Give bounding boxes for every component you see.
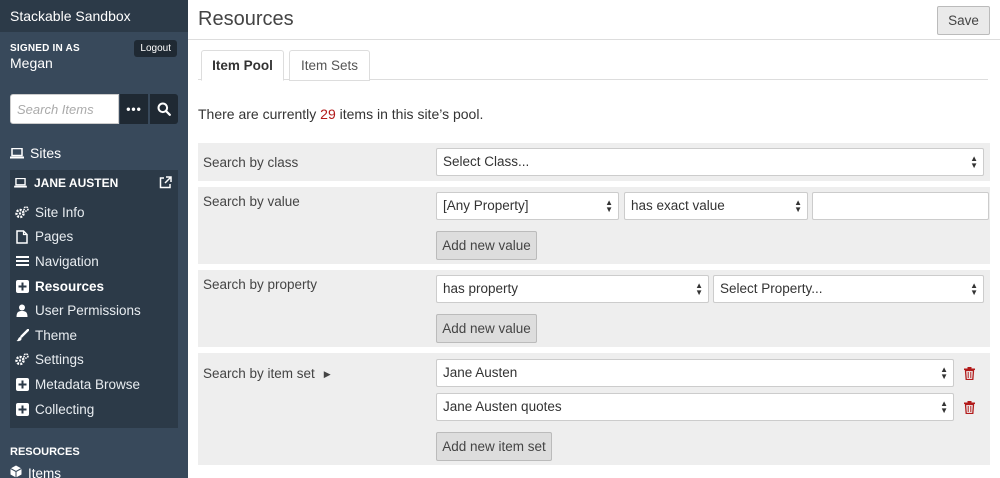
add-new-value-button[interactable]: Add new value: [436, 314, 537, 343]
plus-square-icon: [15, 402, 29, 416]
item-set-select-value: Jane Austen quotes: [443, 399, 562, 414]
gears-icon: [15, 353, 29, 367]
cube-icon: [10, 465, 22, 478]
site-panel: JANE AUSTEN Site Info Pages Navigation R…: [10, 170, 178, 428]
search-by-property-row: Search by property has property ▲ ▼ Selec…: [198, 270, 990, 347]
search-by-class-row: Search by class Select Class... ▲ ▼: [198, 143, 990, 181]
page-icon: [15, 230, 29, 244]
caret-right-icon[interactable]: ▶: [324, 369, 331, 380]
logout-button[interactable]: Logout: [134, 40, 177, 57]
nav-theme[interactable]: Theme: [10, 323, 178, 348]
site-header[interactable]: JANE AUSTEN: [10, 170, 178, 196]
laptop-icon: [10, 147, 24, 158]
page-header: Resources Save: [188, 0, 1000, 40]
user-name: Megan: [10, 55, 53, 71]
nav-collecting[interactable]: Collecting: [10, 397, 178, 422]
nav-label: Pages: [35, 229, 74, 245]
add-new-item-set-button[interactable]: Add new item set: [436, 432, 552, 461]
nav-metadata-browse[interactable]: Metadata Browse: [10, 372, 178, 397]
value-type-select[interactable]: has exact value ▲ ▼: [624, 192, 808, 220]
nav-label: Site Info: [35, 204, 85, 220]
search-by-class-label: Search by class: [203, 155, 299, 170]
nav-pages[interactable]: Pages: [10, 225, 178, 250]
tab-item-pool[interactable]: Item Pool: [201, 50, 284, 81]
nav-settings[interactable]: Settings: [10, 348, 178, 373]
search-by-value-row: Search by value [Any Property] ▲ ▼ has ex…: [198, 187, 990, 264]
item-set-label-text: Search by item set: [203, 366, 315, 381]
laptop-icon: [14, 178, 27, 188]
value-text-input[interactable]: [812, 192, 989, 220]
value-property-select[interactable]: [Any Property] ▲ ▼: [436, 192, 619, 220]
sites-link[interactable]: Sites: [10, 144, 61, 162]
nav-label: Metadata Browse: [35, 376, 141, 392]
pool-suffix: items in this site’s pool.: [339, 106, 484, 122]
user-block: SIGNED IN AS Megan Logout: [0, 32, 188, 76]
nav-navigation[interactable]: Navigation: [10, 249, 178, 274]
property-select[interactable]: Select Property... ▲ ▼: [713, 275, 984, 303]
trash-icon[interactable]: [964, 401, 975, 414]
item-set-select[interactable]: Jane Austen quotes ▲ ▼: [436, 393, 954, 421]
search-by-value-label: Search by value: [203, 194, 300, 209]
select-arrows-icon: ▲ ▼: [605, 198, 613, 214]
page-title: Resources: [198, 8, 294, 30]
trash-icon[interactable]: [964, 367, 975, 380]
nav-label: Collecting: [35, 401, 95, 417]
site-nav: Site Info Pages Navigation Resources Use…: [10, 200, 178, 421]
value-type-select-value: has exact value: [631, 198, 725, 213]
search-by-item-set-row: Search by item set ▶ Jane Austen ▲ ▼ Jane …: [198, 353, 990, 465]
brush-icon: [15, 328, 29, 342]
search-options-button[interactable]: •••: [120, 94, 148, 124]
add-new-value-button[interactable]: Add new value: [436, 231, 537, 260]
tab-item-sets[interactable]: Item Sets: [289, 50, 370, 81]
bars-icon: [15, 254, 29, 268]
gears-icon: [15, 205, 29, 219]
property-select-value: Select Property...: [720, 281, 823, 296]
select-arrows-icon: ▲ ▼: [940, 365, 948, 381]
nav-label: Navigation: [35, 253, 99, 269]
select-arrows-icon: ▲ ▼: [695, 281, 703, 297]
value-property-select-value: [Any Property]: [443, 198, 529, 213]
main-content: Resources Save Item Pool Item Sets There…: [188, 0, 1000, 478]
sidebar: Stackable Sandbox SIGNED IN AS Megan Log…: [0, 0, 188, 478]
search-by-property-label: Search by property: [203, 277, 318, 292]
site-title[interactable]: Stackable Sandbox: [0, 0, 188, 32]
select-arrows-icon: ▲ ▼: [970, 281, 978, 297]
search-input[interactable]: [10, 94, 119, 124]
site-name: JANE AUSTEN: [34, 176, 119, 190]
pool-count: 29: [320, 106, 336, 122]
class-select-value: Select Class...: [443, 154, 530, 169]
pool-summary: There are currently 29 items in this sit…: [198, 106, 483, 122]
sites-label: Sites: [30, 145, 62, 161]
nav-resources[interactable]: Resources: [10, 274, 178, 299]
select-arrows-icon: ▲ ▼: [794, 198, 802, 214]
nav-label: Resources: [35, 278, 105, 294]
save-button[interactable]: Save: [937, 6, 990, 35]
item-set-select[interactable]: Jane Austen ▲ ▼: [436, 359, 954, 387]
property-type-select[interactable]: has property ▲ ▼: [436, 275, 709, 303]
nav-label: User Permissions: [35, 303, 141, 319]
item-search: •••: [10, 94, 178, 124]
ellipsis-icon: •••: [126, 102, 142, 116]
search-button[interactable]: [150, 94, 178, 124]
nav-label: Theme: [35, 327, 78, 343]
user-icon: [15, 304, 29, 318]
nav-user-permissions[interactable]: User Permissions: [10, 298, 178, 323]
resources-section-label: RESOURCES: [10, 446, 80, 458]
plus-square-icon: [15, 377, 29, 391]
search-by-item-set-label: Search by item set ▶: [203, 366, 331, 381]
item-set-select-value: Jane Austen: [443, 365, 518, 380]
external-link-icon[interactable]: [159, 176, 172, 189]
select-arrows-icon: ▲ ▼: [970, 154, 978, 170]
nav-items[interactable]: Items: [10, 465, 61, 478]
plus-square-icon: [15, 279, 29, 293]
nav-site-info[interactable]: Site Info: [10, 200, 178, 225]
nav-label: Settings: [35, 352, 84, 368]
class-select[interactable]: Select Class... ▲ ▼: [436, 148, 984, 176]
select-arrows-icon: ▲ ▼: [940, 399, 948, 415]
pool-prefix: There are currently: [198, 106, 317, 122]
property-type-select-value: has property: [443, 281, 519, 296]
items-label: Items: [28, 465, 62, 478]
search-icon: [157, 102, 171, 116]
tab-bar: Item Pool Item Sets: [198, 50, 988, 81]
